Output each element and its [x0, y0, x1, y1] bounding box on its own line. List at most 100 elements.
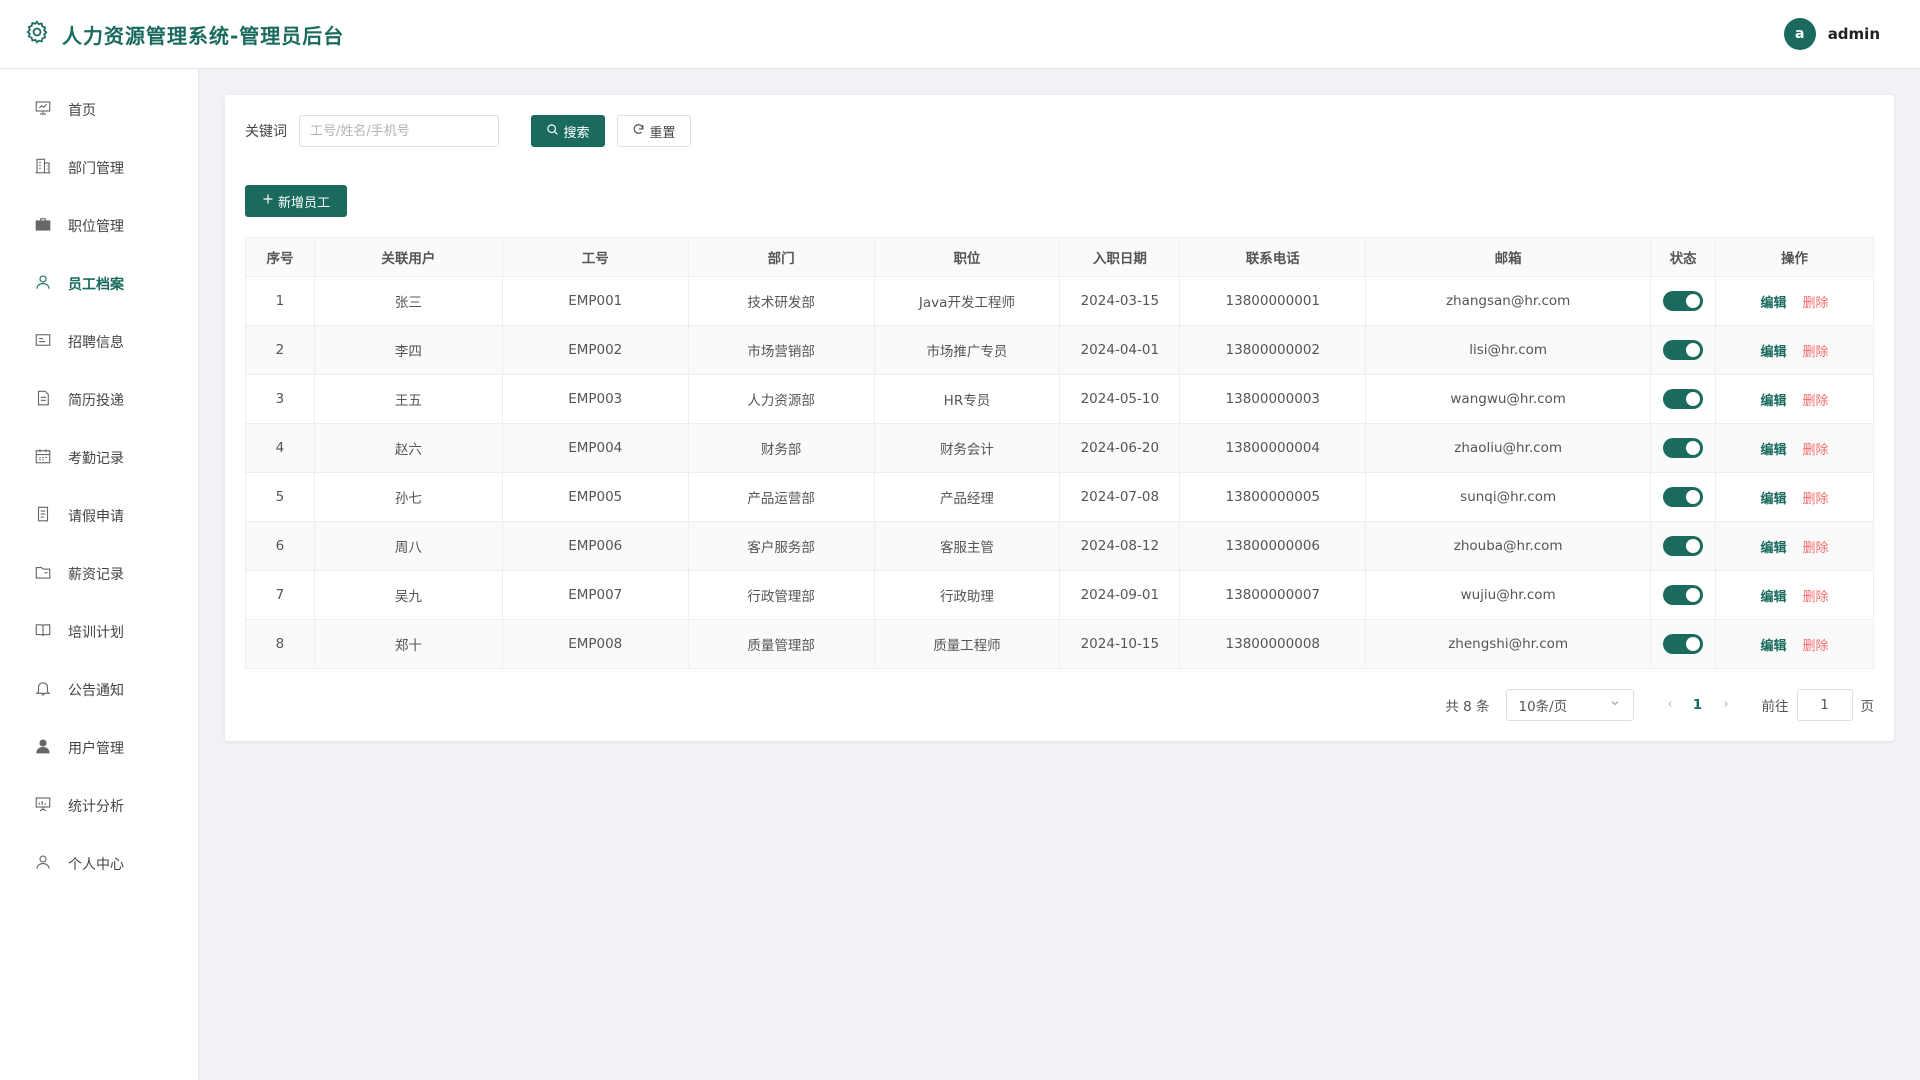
status-cell — [1650, 276, 1717, 326]
sidebar-item-9[interactable]: 薪资记录 — [0, 545, 198, 603]
status-toggle[interactable] — [1663, 536, 1704, 556]
user-name-cell: 李四 — [314, 325, 503, 375]
status-toggle[interactable] — [1663, 291, 1704, 311]
edit-button[interactable]: 编辑 — [1761, 590, 1787, 605]
delete-button[interactable]: 删除 — [1803, 345, 1829, 360]
edit-button[interactable]: 编辑 — [1761, 492, 1787, 507]
sidebar-item-13[interactable]: 统计分析 — [0, 777, 198, 835]
position-cell: 质量工程师 — [874, 619, 1061, 669]
prev-page-button[interactable] — [1658, 697, 1682, 713]
row-index-cell: 5 — [245, 472, 315, 522]
edit-button[interactable]: 编辑 — [1761, 443, 1787, 458]
sidebar-item-4[interactable]: 员工档案 — [0, 255, 198, 313]
delete-button[interactable]: 删除 — [1803, 296, 1829, 311]
search-bar: 关键词 搜索 重置 — [245, 115, 1874, 147]
sidebar-item-label: 统计分析 — [68, 799, 124, 815]
sidebar-item-1[interactable]: 首页 — [0, 81, 198, 139]
employee-no-cell: EMP006 — [502, 521, 689, 571]
reset-button[interactable]: 重置 — [617, 115, 691, 147]
status-toggle[interactable] — [1663, 438, 1704, 458]
table-row: 3 王五 EMP003 人力资源部 HR专员 2024-05-10 13800000003 w… — [245, 374, 1874, 424]
sidebar-item-11[interactable]: 公告通知 — [0, 661, 198, 719]
hire-date-cell: 2024-07-08 — [1059, 472, 1181, 522]
user-filled-icon — [34, 737, 52, 759]
sidebar-item-3[interactable]: 职位管理 — [0, 197, 198, 255]
toggle-knob — [1686, 294, 1701, 308]
phone-cell: 13800000005 — [1179, 472, 1367, 522]
employee-panel: 关键词 搜索 重置 新增员工 序号关联用户工号部门职位入职日期联系电话邮箱状态操 — [225, 95, 1894, 741]
add-employee-button[interactable]: 新增员工 — [245, 185, 347, 217]
edit-button[interactable]: 编辑 — [1761, 639, 1787, 654]
email-cell: wangwu@hr.com — [1365, 374, 1652, 424]
actions-cell: 编辑 删除 — [1715, 619, 1874, 669]
edit-button[interactable]: 编辑 — [1761, 296, 1787, 311]
sidebar-item-10[interactable]: 培训计划 — [0, 603, 198, 661]
status-cell — [1650, 619, 1717, 669]
presentation-icon — [34, 795, 52, 817]
app-title: 人力资源管理系统-管理员后台 — [62, 23, 345, 48]
phone-cell: 13800000002 — [1179, 325, 1367, 375]
edit-button[interactable]: 编辑 — [1761, 541, 1787, 556]
department-cell: 客户服务部 — [688, 521, 875, 571]
sidebar-item-8[interactable]: 请假申请 — [0, 487, 198, 545]
goto-page-input[interactable] — [1796, 689, 1853, 721]
column-header: 工号 — [502, 237, 689, 277]
toggle-knob — [1686, 490, 1701, 504]
hire-date-cell: 2024-09-01 — [1059, 570, 1181, 620]
delete-button[interactable]: 删除 — [1803, 639, 1829, 654]
delete-button[interactable]: 删除 — [1803, 590, 1829, 605]
column-header: 入职日期 — [1059, 237, 1181, 277]
table-row: 2 李四 EMP002 市场营销部 市场推广专员 2024-04-01 1380000000… — [245, 325, 1874, 375]
user-name-cell: 吴九 — [314, 570, 503, 620]
table-row: 7 吴九 EMP007 行政管理部 行政助理 2024-09-01 13800000007 w… — [245, 570, 1874, 620]
position-cell: 市场推广专员 — [874, 325, 1061, 375]
email-cell: zhouba@hr.com — [1365, 521, 1652, 571]
sidebar-item-6[interactable]: 简历投递 — [0, 371, 198, 429]
username[interactable]: admin — [1828, 25, 1880, 43]
delete-button[interactable]: 删除 — [1803, 541, 1829, 556]
hire-date-cell: 2024-06-20 — [1059, 423, 1181, 473]
avatar[interactable]: a — [1783, 18, 1816, 50]
sidebar-item-2[interactable]: 部门管理 — [0, 139, 198, 197]
top-header: 人力资源管理系统-管理员后台 a admin — [0, 0, 1920, 69]
user-name-cell: 周八 — [314, 521, 503, 571]
next-page-button[interactable] — [1714, 697, 1738, 713]
sidebar-item-label: 职位管理 — [68, 219, 124, 235]
sidebar-item-label: 薪资记录 — [68, 567, 124, 583]
email-cell: zhangsan@hr.com — [1365, 276, 1652, 326]
keyword-input[interactable] — [299, 115, 499, 147]
user-menu[interactable]: a admin — [1783, 18, 1880, 50]
status-toggle[interactable] — [1663, 389, 1704, 409]
sidebar-item-7[interactable]: 考勤记录 — [0, 429, 198, 487]
chevron-left-icon — [1667, 701, 1672, 707]
sidebar-item-14[interactable]: 个人中心 — [0, 835, 198, 893]
status-toggle[interactable] — [1663, 634, 1704, 654]
hire-date-cell: 2024-03-15 — [1059, 276, 1181, 326]
search-button[interactable]: 搜索 — [531, 115, 605, 147]
table-row: 8 郑十 EMP008 质量管理部 质量工程师 2024-10-15 13800000008… — [245, 619, 1874, 669]
edit-button[interactable]: 编辑 — [1761, 345, 1787, 360]
toggle-knob — [1686, 343, 1701, 357]
status-toggle[interactable] — [1663, 585, 1704, 605]
sidebar-item-5[interactable]: 招聘信息 — [0, 313, 198, 371]
department-cell: 行政管理部 — [688, 570, 875, 620]
employee-no-cell: EMP004 — [502, 423, 689, 473]
chevron-right-icon — [1723, 701, 1728, 707]
actions-cell: 编辑 删除 — [1715, 570, 1874, 620]
status-toggle[interactable] — [1663, 340, 1704, 360]
user-name-cell: 郑十 — [314, 619, 503, 669]
delete-button[interactable]: 删除 — [1803, 492, 1829, 507]
page-number-current[interactable]: 1 — [1682, 697, 1714, 713]
edit-button[interactable]: 编辑 — [1761, 394, 1787, 409]
phone-cell: 13800000001 — [1179, 276, 1367, 326]
status-toggle[interactable] — [1663, 487, 1704, 507]
page-size-select[interactable]: 10条/页 — [1505, 689, 1634, 721]
toggle-knob — [1686, 637, 1701, 651]
sidebar-item-12[interactable]: 用户管理 — [0, 719, 198, 777]
delete-button[interactable]: 删除 — [1803, 443, 1829, 458]
row-index-cell: 7 — [245, 570, 315, 620]
toggle-knob — [1686, 392, 1701, 406]
table-row: 6 周八 EMP006 客户服务部 客服主管 2024-08-12 13800000006 z… — [245, 521, 1874, 571]
document-icon — [34, 389, 52, 411]
delete-button[interactable]: 删除 — [1803, 394, 1829, 409]
